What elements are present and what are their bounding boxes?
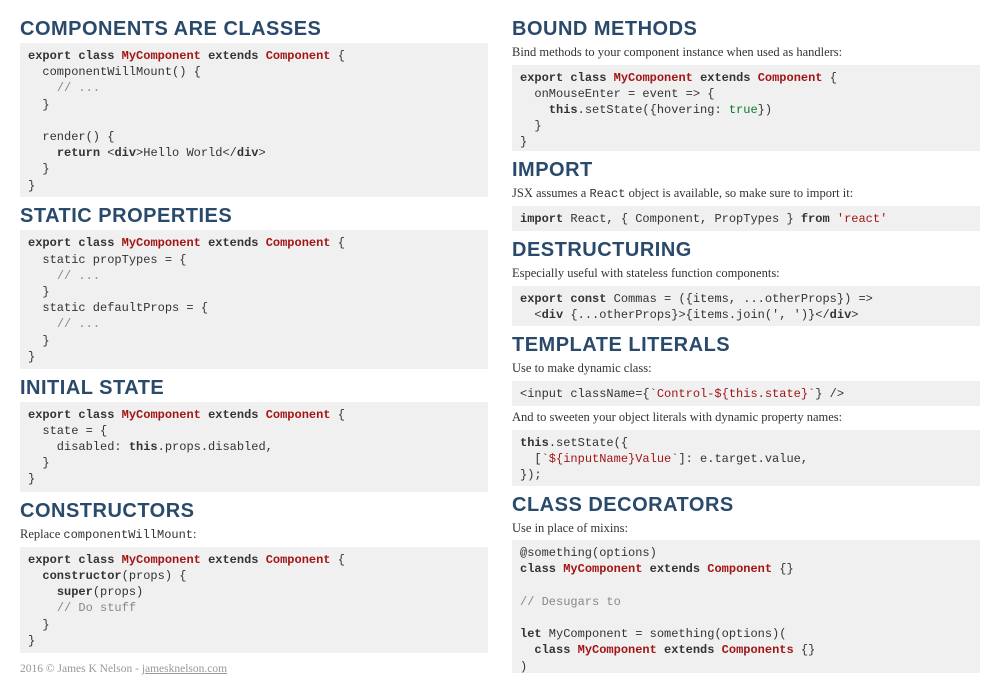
code-constructors: export class MyComponent extends Compone… [20, 547, 488, 653]
desc-template-literals-2: And to sweeten your object literals with… [512, 409, 980, 427]
code-template-literals-2: this.setState({ [`${inputName}Value`]: e… [512, 430, 980, 486]
footer-copyright: 2016 © James K Nelson - [20, 663, 142, 675]
heading-constructors: Constructors [20, 500, 488, 523]
heading-bound-methods: Bound Methods [512, 18, 980, 41]
desc-template-literals-1: Use to make dynamic class: [512, 360, 980, 378]
heading-components-are-classes: Components are Classes [20, 18, 488, 41]
code-bound-methods: export class MyComponent extends Compone… [512, 65, 980, 152]
code-components-are-classes: export class MyComponent extends Compone… [20, 43, 488, 197]
code-initial-state: export class MyComponent extends Compone… [20, 402, 488, 492]
desc-bound-methods: Bind methods to your component instance … [512, 44, 980, 62]
heading-import: Import [512, 159, 980, 182]
desc-constructors: Replace componentWillMount: [20, 526, 488, 544]
heading-destructuring: Destructuring [512, 239, 980, 262]
code-static-properties: export class MyComponent extends Compone… [20, 230, 488, 368]
heading-static-properties: Static Properties [20, 205, 488, 228]
code-import: import React, { Component, PropTypes } f… [512, 206, 980, 231]
heading-template-literals: Template Literals [512, 334, 980, 357]
footer-link[interactable]: jamesknelson.com [142, 663, 227, 675]
heading-initial-state: Initial State [20, 377, 488, 400]
inline-code-react: React [589, 187, 625, 201]
heading-class-decorators: Class Decorators [512, 494, 980, 517]
left-column: Components are Classes export class MyCo… [20, 18, 488, 675]
code-template-literals-1: <input className={`Control-${this.state}… [512, 381, 980, 406]
right-column: Bound Methods Bind methods to your compo… [512, 18, 980, 675]
footer: 2016 © James K Nelson - jamesknelson.com [20, 655, 488, 675]
desc-class-decorators: Use in place of mixins: [512, 520, 980, 538]
code-class-decorators: @something(options) class MyComponent ex… [512, 540, 980, 673]
desc-destructuring: Especially useful with stateless functio… [512, 265, 980, 283]
desc-import: JSX assumes a React object is available,… [512, 185, 980, 203]
code-destructuring: export const Commas = ({items, ...otherP… [512, 286, 980, 327]
inline-code-componentwillmount: componentWillMount [63, 528, 193, 542]
